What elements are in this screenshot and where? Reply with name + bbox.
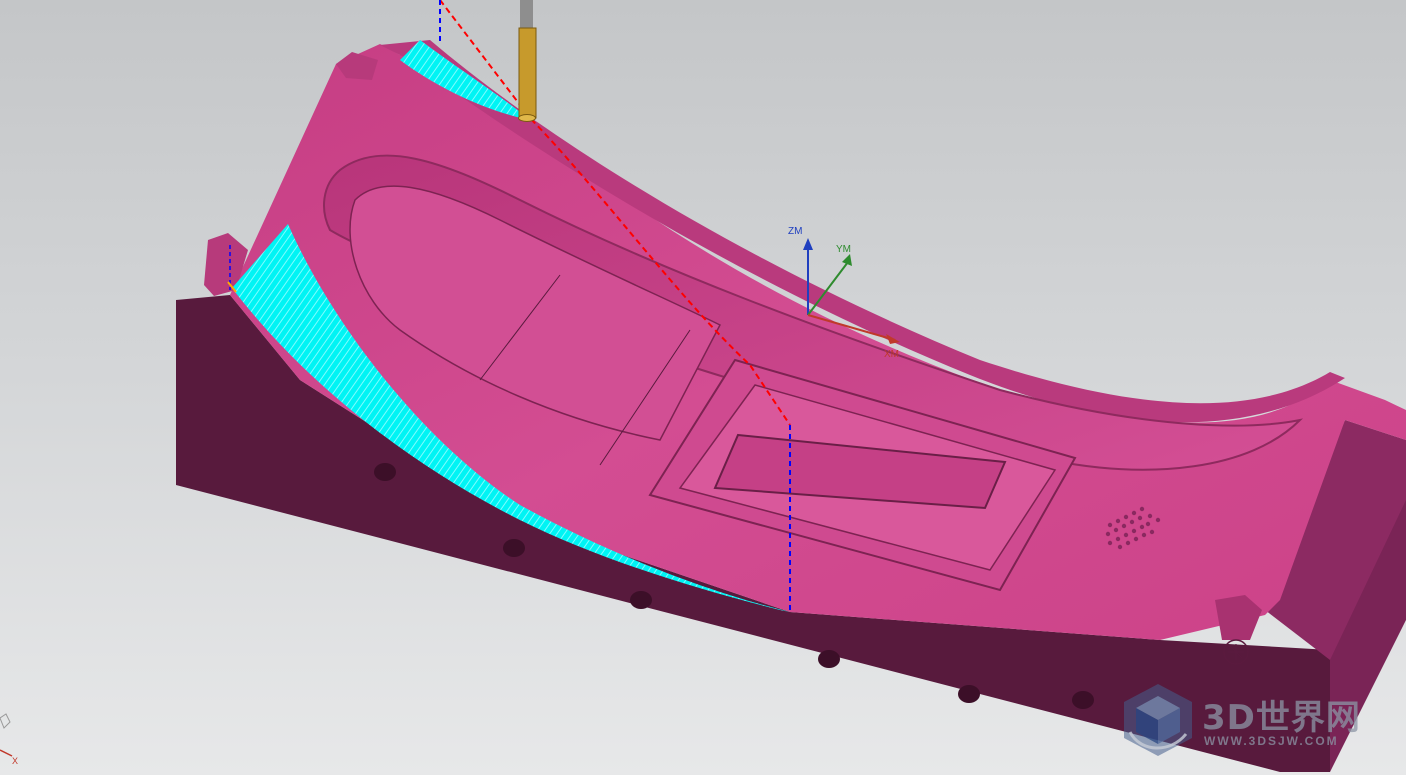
wcs-z-label: ZM [788,226,802,237]
tool-tip [518,114,536,122]
view-triad[interactable]: X [0,713,18,766]
tool-shank [518,27,537,119]
cam-model-view[interactable]: ZM YM XM X [0,0,1406,775]
watermark-url: WWW.3DSJW.COM [1204,734,1339,748]
wcs-y-label: YM [836,244,851,255]
wcs-x-label: XM [884,349,899,360]
watermark-title: 3D世界网 [1202,698,1361,738]
graphics-window[interactable]: ZM YM XM X 3D世界网 WWW.3DSJW.COM [0,0,1406,775]
cube-logo-icon [1124,684,1192,756]
watermark: 3D世界网 WWW.3DSJW.COM [1120,682,1390,762]
tool-holder [520,0,533,28]
triad-x-label: X [12,756,18,766]
